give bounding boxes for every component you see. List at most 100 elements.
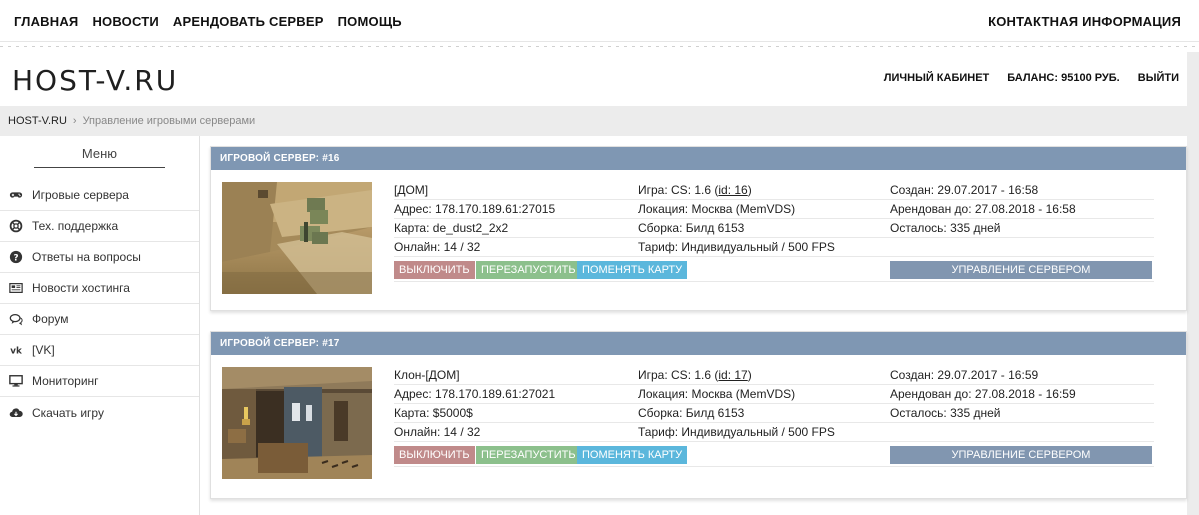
breadcrumb-separator: › — [72, 115, 77, 127]
server-build: Сборка: Билд 6153 — [638, 221, 745, 235]
site-logo[interactable]: HOST-V.RU — [12, 64, 178, 97]
sidebar-item-news[interactable]: Новости хостинга — [0, 273, 199, 304]
server-info-row: Клон-[ДОМ] Игра: CS: 1.6 (id: 17) Создан… — [394, 366, 1154, 385]
sidebar: Меню Игровые сервера Тех. поддержка ? От… — [0, 136, 200, 515]
sidebar-item-label: Мониторинг — [32, 374, 99, 388]
server-info: Клон-[ДОМ] Игра: CS: 1.6 (id: 17) Создан… — [394, 366, 1154, 467]
server-info-row: Карта: $5000$ Сборка: Билд 6153 Осталось… — [394, 404, 1154, 423]
breadcrumb-current: Управление игровыми серверами — [82, 115, 256, 127]
sidebar-item-faq[interactable]: ? Ответы на вопросы — [0, 242, 199, 273]
server-manage-button[interactable]: УПРАВЛЕНИЕ СЕРВЕРОМ — [890, 446, 1152, 464]
top-navigation: ГЛАВНАЯ НОВОСТИ АРЕНДОВАТЬ СЕРВЕР ПОМОЩЬ… — [0, 0, 1199, 42]
server-created: Создан: 29.07.2017 - 16:58 — [890, 183, 1039, 197]
top-nav-right: КОНТАКТНАЯ ИНФОРМАЦИЯ — [988, 14, 1181, 29]
server-remaining: Осталось: 335 дней — [890, 221, 1001, 235]
server-id-link[interactable]: id: 17 — [718, 368, 747, 382]
server-tariff: Тариф: Индивидуальный / 500 FPS — [638, 425, 835, 439]
server-info-row: Адрес: 178.170.189.61:27021 Локация: Мос… — [394, 385, 1154, 404]
site-header: HOST-V.RU ЛИЧНЫЙ КАБИНЕТ БАЛАНС: 95100 Р… — [0, 52, 1187, 106]
server-map-thumbnail — [222, 367, 372, 479]
server-name: [ДОМ] — [394, 183, 429, 197]
sidebar-item-vk[interactable]: vk [VK] — [0, 335, 199, 366]
server-panel-title: ИГРОВОЙ СЕРВЕР: #17 — [211, 332, 1186, 355]
cabinet-link[interactable]: ЛИЧНЫЙ КАБИНЕТ — [884, 72, 990, 84]
server-address: Адрес: 178.170.189.61:27015 — [394, 202, 556, 216]
server-info-row: [ДОМ] Игра: CS: 1.6 (id: 16) Создан: 29.… — [394, 181, 1154, 200]
server-panel-title: ИГРОВОЙ СЕРВЕР: #16 — [211, 147, 1186, 170]
server-game-prefix: Игра: CS: 1.6 ( — [638, 183, 719, 197]
nav-contact-link[interactable]: КОНТАКТНАЯ ИНФОРМАЦИЯ — [988, 14, 1181, 29]
server-rented-until: Арендован до: 27.08.2018 - 16:59 — [890, 387, 1076, 401]
server-game: Игра: CS: 1.6 (id: 16) — [638, 183, 752, 197]
question-icon: ? — [8, 250, 24, 264]
server-info-row: Онлайн: 14 / 32 Тариф: Индивидуальный / … — [394, 423, 1154, 442]
server-online: Онлайн: 14 / 32 — [394, 240, 481, 254]
nav-rent-server-link[interactable]: АРЕНДОВАТЬ СЕРВЕР — [173, 14, 324, 29]
sidebar-menu: Игровые сервера Тех. поддержка ? Ответы … — [0, 180, 199, 428]
server-rented-until: Арендован до: 27.08.2018 - 16:58 — [890, 202, 1076, 216]
server-change-map-button[interactable]: ПОМЕНЯТЬ КАРТУ — [577, 446, 688, 464]
server-manage-button[interactable]: УПРАВЛЕНИЕ СЕРВЕРОМ — [890, 261, 1152, 279]
server-id-link[interactable]: id: 16 — [718, 183, 747, 197]
server-off-button[interactable]: ВЫКЛЮЧИТЬ — [394, 261, 475, 279]
server-info-row: Адрес: 178.170.189.61:27015 Локация: Мос… — [394, 200, 1154, 219]
chat-icon — [8, 312, 24, 326]
server-remaining: Осталось: 335 дней — [890, 406, 1001, 420]
server-change-map-button[interactable]: ПОМЕНЯТЬ КАРТУ — [577, 261, 688, 279]
sidebar-item-label: Тех. поддержка — [32, 219, 119, 233]
logout-link[interactable]: ВЫЙТИ — [1138, 72, 1179, 84]
breadcrumb-home-link[interactable]: HOST-V.RU — [8, 115, 67, 127]
server-info: [ДОМ] Игра: CS: 1.6 (id: 16) Создан: 29.… — [394, 181, 1154, 282]
server-info-row: Карта: de_dust2_2x2 Сборка: Билд 6153 Ос… — [394, 219, 1154, 238]
server-game-suffix: ) — [747, 183, 752, 197]
server-created: Создан: 29.07.2017 - 16:59 — [890, 368, 1039, 382]
server-panel-body: [ДОМ] Игра: CS: 1.6 (id: 16) Создан: 29.… — [211, 170, 1186, 310]
nav-home-link[interactable]: ГЛАВНАЯ — [14, 14, 78, 29]
server-info-row: Онлайн: 14 / 32 Тариф: Индивидуальный / … — [394, 238, 1154, 257]
server-online: Онлайн: 14 / 32 — [394, 425, 481, 439]
server-game-prefix: Игра: CS: 1.6 ( — [638, 368, 719, 382]
nav-help-link[interactable]: ПОМОЩЬ — [338, 14, 402, 29]
sidebar-item-label: Скачать игру — [32, 405, 104, 420]
user-menu: ЛИЧНЫЙ КАБИНЕТ БАЛАНС: 95100 РУБ. ВЫЙТИ — [884, 72, 1179, 84]
server-build: Сборка: Билд 6153 — [638, 406, 745, 420]
sidebar-item-label: Новости хостинга — [32, 281, 130, 295]
server-panel-16: ИГРОВОЙ СЕРВЕР: #16 [ДОМ] Игра: CS: 1.6 … — [210, 146, 1187, 311]
sidebar-title: Меню — [34, 146, 165, 168]
server-location: Локация: Москва (MemVDS) — [638, 202, 796, 216]
newspaper-icon — [8, 281, 24, 295]
server-map: Карта: $5000$ — [394, 406, 473, 420]
server-panel-body: Клон-[ДОМ] Игра: CS: 1.6 (id: 17) Создан… — [211, 355, 1186, 498]
vk-icon: vk — [8, 343, 24, 357]
svg-text:vk: vk — [10, 347, 22, 357]
server-off-button[interactable]: ВЫКЛЮЧИТЬ — [394, 446, 475, 464]
server-actions: ВЫКЛЮЧИТЬ ПЕРЕЗАПУСТИТЬ ПОМЕНЯТЬ КАРТУ У… — [394, 442, 1154, 467]
server-address: Адрес: 178.170.189.61:27021 — [394, 387, 556, 401]
sidebar-item-support[interactable]: Тех. поддержка — [0, 211, 199, 242]
sidebar-item-download-game[interactable]: Скачать игру — [0, 397, 199, 428]
cloud-download-icon — [8, 406, 24, 420]
sidebar-item-forum[interactable]: Форум — [0, 304, 199, 335]
server-actions: ВЫКЛЮЧИТЬ ПЕРЕЗАПУСТИТЬ ПОМЕНЯТЬ КАРТУ У… — [394, 257, 1154, 282]
nav-news-link[interactable]: НОВОСТИ — [92, 14, 158, 29]
balance-link[interactable]: БАЛАНС: 95100 РУБ. — [1007, 72, 1119, 84]
sidebar-item-label: [VK] — [32, 343, 55, 357]
server-panel-17: ИГРОВОЙ СЕРВЕР: #17 Клон-[ДОМ] Игра: CS:… — [210, 331, 1187, 499]
server-map-thumbnail — [222, 182, 372, 294]
sidebar-item-label: Ответы на вопросы — [32, 250, 141, 264]
right-gutter — [1187, 52, 1199, 515]
sidebar-item-monitoring[interactable]: Мониторинг — [0, 366, 199, 397]
dashed-divider — [0, 42, 1199, 52]
svg-text:?: ? — [13, 253, 18, 263]
monitor-icon — [8, 374, 24, 388]
server-game: Игра: CS: 1.6 (id: 17) — [638, 368, 752, 382]
server-location: Локация: Москва (MemVDS) — [638, 387, 796, 401]
server-tariff: Тариф: Индивидуальный / 500 FPS — [638, 240, 835, 254]
server-name: Клон-[ДОМ] — [394, 368, 460, 382]
server-map: Карта: de_dust2_2x2 — [394, 221, 509, 235]
sidebar-item-game-servers[interactable]: Игровые сервера — [0, 180, 199, 211]
lifebuoy-icon — [8, 219, 24, 233]
server-restart-button[interactable]: ПЕРЕЗАПУСТИТЬ — [476, 261, 581, 279]
sidebar-item-label: Игровые сервера — [32, 188, 129, 202]
server-restart-button[interactable]: ПЕРЕЗАПУСТИТЬ — [476, 446, 581, 464]
